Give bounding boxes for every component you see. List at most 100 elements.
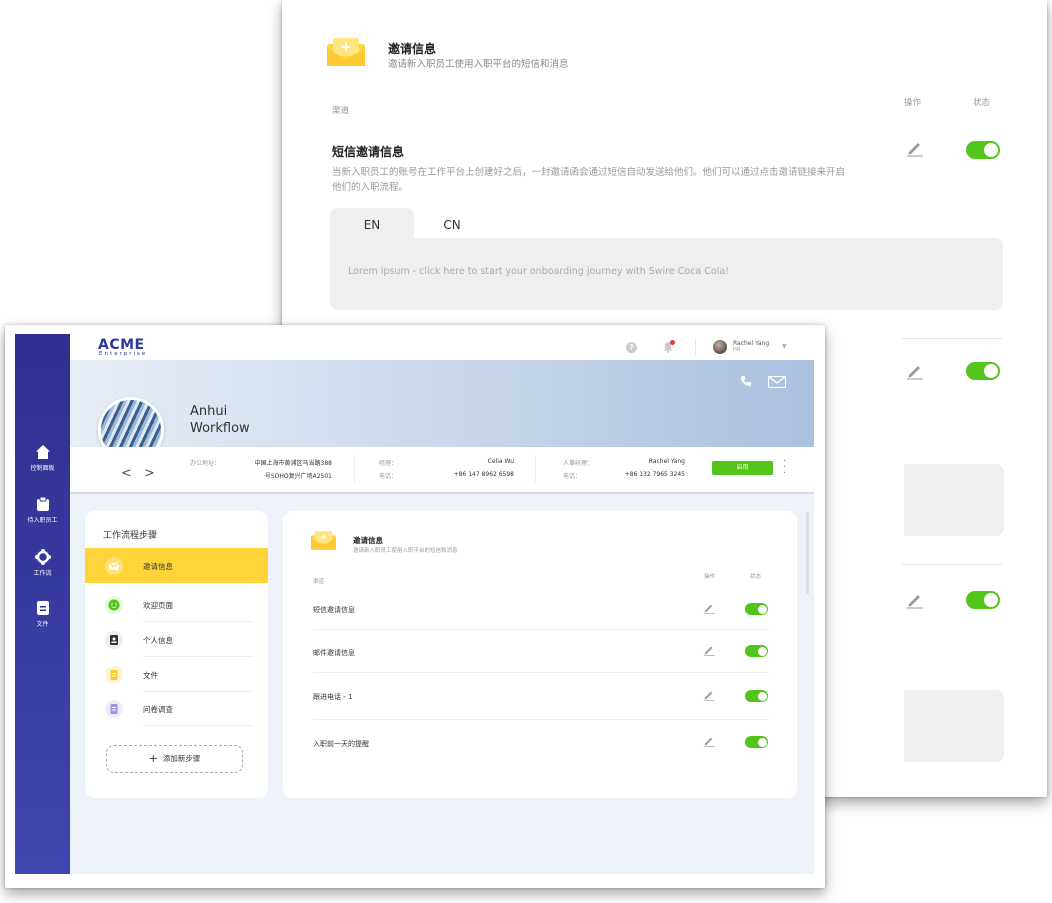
status-toggle[interactable] bbox=[745, 603, 768, 615]
envelope-icon bbox=[105, 557, 123, 575]
edit-pencil-icon[interactable] bbox=[703, 735, 715, 747]
step-label: 欢迎页面 bbox=[143, 601, 173, 610]
avatar[interactable] bbox=[713, 340, 727, 354]
manager-phone-label: 电话： bbox=[379, 473, 398, 480]
scrollbar[interactable] bbox=[806, 512, 809, 594]
workspace-name: Anhui bbox=[190, 404, 228, 419]
sms-invite-title: 短信邀请信息 bbox=[332, 145, 405, 159]
column-header-channel: 渠道 bbox=[332, 106, 350, 116]
column-header-operation: 操作 bbox=[904, 98, 922, 108]
user-role: HR bbox=[733, 347, 741, 353]
edit-pencil-icon[interactable] bbox=[703, 644, 715, 656]
message-textbox[interactable] bbox=[904, 690, 1004, 762]
channel-row-label: 短信邀请信息 bbox=[313, 606, 355, 614]
edit-pencil-icon[interactable] bbox=[703, 602, 715, 614]
message-textbox[interactable]: Lorem ipsum - click here to start your o… bbox=[330, 238, 1003, 310]
sidebar-item-label: 控制面板 bbox=[30, 465, 55, 472]
column-header-channel: 渠道 bbox=[313, 579, 325, 585]
sidebar: 控制面板 待入职员工 工作流 文件 bbox=[15, 334, 70, 874]
hr-manager-name: Rachel Yang bbox=[648, 458, 685, 465]
message-text: Lorem ipsum - click here to start your o… bbox=[348, 266, 729, 277]
sidebar-item-pending-hires[interactable]: 待入职员工 bbox=[15, 496, 70, 524]
column-header-status: 状态 bbox=[973, 98, 991, 108]
sidebar-item-label: 待入职员工 bbox=[27, 517, 58, 524]
column-header-status: 状态 bbox=[750, 574, 762, 580]
survey-icon bbox=[105, 700, 123, 718]
workspace-switch-arrows[interactable]: < > bbox=[121, 466, 159, 481]
tab-en[interactable]: EN bbox=[330, 208, 414, 238]
app-window: 控制面板 待入职员工 工作流 文件 ACME Enterprise ? Rach… bbox=[5, 325, 825, 888]
status-toggle[interactable] bbox=[745, 690, 768, 702]
call-status-toggle[interactable] bbox=[966, 591, 1000, 609]
email-status-toggle[interactable] bbox=[966, 362, 1000, 380]
phone-icon[interactable] bbox=[740, 375, 752, 387]
divider bbox=[354, 455, 355, 483]
sidebar-item-workflow[interactable]: 工作流 bbox=[15, 549, 70, 577]
row-divider bbox=[313, 719, 769, 720]
notification-badge bbox=[670, 340, 675, 345]
help-icon[interactable]: ? bbox=[626, 342, 637, 353]
step-label: 邀请信息 bbox=[143, 562, 173, 571]
section-subtitle: 邀请新入职员工使用入职平台的短信和消息 bbox=[388, 59, 569, 70]
edit-pencil-icon[interactable] bbox=[906, 362, 924, 380]
user-name[interactable]: Rachel Yang bbox=[733, 340, 769, 347]
channel-row-label: 跟进电话 - 1 bbox=[313, 693, 353, 701]
status-toggle[interactable] bbox=[745, 736, 768, 748]
step-item-invite[interactable]: 邀请信息 bbox=[85, 548, 268, 583]
step-item-files[interactable]: 文件 bbox=[85, 657, 268, 692]
address-value-line2: 号SOHO复兴广场A2501 bbox=[264, 473, 332, 480]
hr-phone: +86 132 7965 3245 bbox=[624, 471, 685, 478]
status-toggle[interactable] bbox=[745, 645, 768, 657]
panel-title: 邀请信息 bbox=[353, 536, 383, 545]
invite-panel: 邀请信息 邀请新入职员工使用入职平台的短信和消息 渠道 操作 状态 短信邀请信息… bbox=[283, 511, 797, 798]
manager-label: 经理： bbox=[379, 460, 398, 467]
file-icon bbox=[105, 666, 123, 684]
sms-status-toggle[interactable] bbox=[966, 141, 1000, 159]
address-value: 中国上海市黄浦区马当路388 bbox=[254, 460, 332, 467]
edit-pencil-icon[interactable] bbox=[703, 689, 715, 701]
divider bbox=[695, 339, 696, 355]
divider bbox=[143, 725, 253, 726]
enable-button[interactable]: 启用 bbox=[712, 461, 773, 475]
column-header-operation: 操作 bbox=[704, 574, 716, 580]
address-label: 办公地址： bbox=[190, 460, 221, 467]
step-item-welcome[interactable]: 欢迎页面 bbox=[85, 587, 268, 622]
person-card-icon bbox=[105, 631, 123, 649]
more-options-icon[interactable]: · · · bbox=[783, 457, 786, 479]
steps-title: 工作流程步骤 bbox=[103, 531, 158, 541]
workspace-name-line2: Workflow bbox=[190, 421, 250, 436]
sidebar-item-label: 文件 bbox=[36, 621, 49, 628]
step-item-survey[interactable]: 问卷调查 bbox=[85, 691, 268, 726]
chevron-down-icon[interactable]: ▼ bbox=[782, 343, 787, 350]
sidebar-item-dashboard[interactable]: 控制面板 bbox=[15, 444, 70, 472]
message-textbox[interactable] bbox=[904, 464, 1004, 536]
row-divider bbox=[902, 564, 1002, 565]
sidebar-item-files[interactable]: 文件 bbox=[15, 600, 70, 628]
panel-subtitle: 邀请新入职员工使用入职平台的短信和消息 bbox=[353, 548, 458, 554]
add-step-label: 添加新步骤 bbox=[162, 754, 201, 763]
add-step-button[interactable]: + 添加新步骤 bbox=[106, 745, 243, 773]
hr-manager-label: 人事经理： bbox=[563, 460, 594, 467]
top-bar: ACME Enterprise ? Rachel Yang HR ▼ bbox=[70, 334, 814, 360]
edit-pencil-icon[interactable] bbox=[906, 591, 924, 609]
envelope-icon bbox=[327, 38, 365, 66]
sidebar-item-label: 工作流 bbox=[33, 570, 52, 577]
document-icon bbox=[36, 601, 49, 615]
row-divider bbox=[313, 672, 769, 673]
step-item-personal-info[interactable]: 个人信息 bbox=[85, 622, 268, 657]
workspace-banner bbox=[70, 360, 814, 447]
workflow-icon bbox=[34, 549, 51, 565]
tab-cn[interactable]: CN bbox=[410, 208, 494, 238]
channel-row-label: 入职前一天的提醒 bbox=[313, 740, 369, 748]
step-label: 文件 bbox=[143, 671, 158, 680]
manager-name: Celia Wu bbox=[487, 458, 514, 465]
section-title: 邀请信息 bbox=[388, 42, 437, 56]
hr-phone-label: 电话： bbox=[563, 473, 582, 480]
mail-icon[interactable] bbox=[768, 376, 786, 388]
step-label: 个人信息 bbox=[143, 636, 173, 645]
manager-phone: +86 147 8962 6598 bbox=[453, 471, 514, 478]
smile-icon bbox=[105, 596, 123, 614]
edit-pencil-icon[interactable] bbox=[906, 139, 924, 157]
step-label: 问卷调查 bbox=[143, 705, 173, 714]
clipboard-icon bbox=[36, 496, 49, 511]
